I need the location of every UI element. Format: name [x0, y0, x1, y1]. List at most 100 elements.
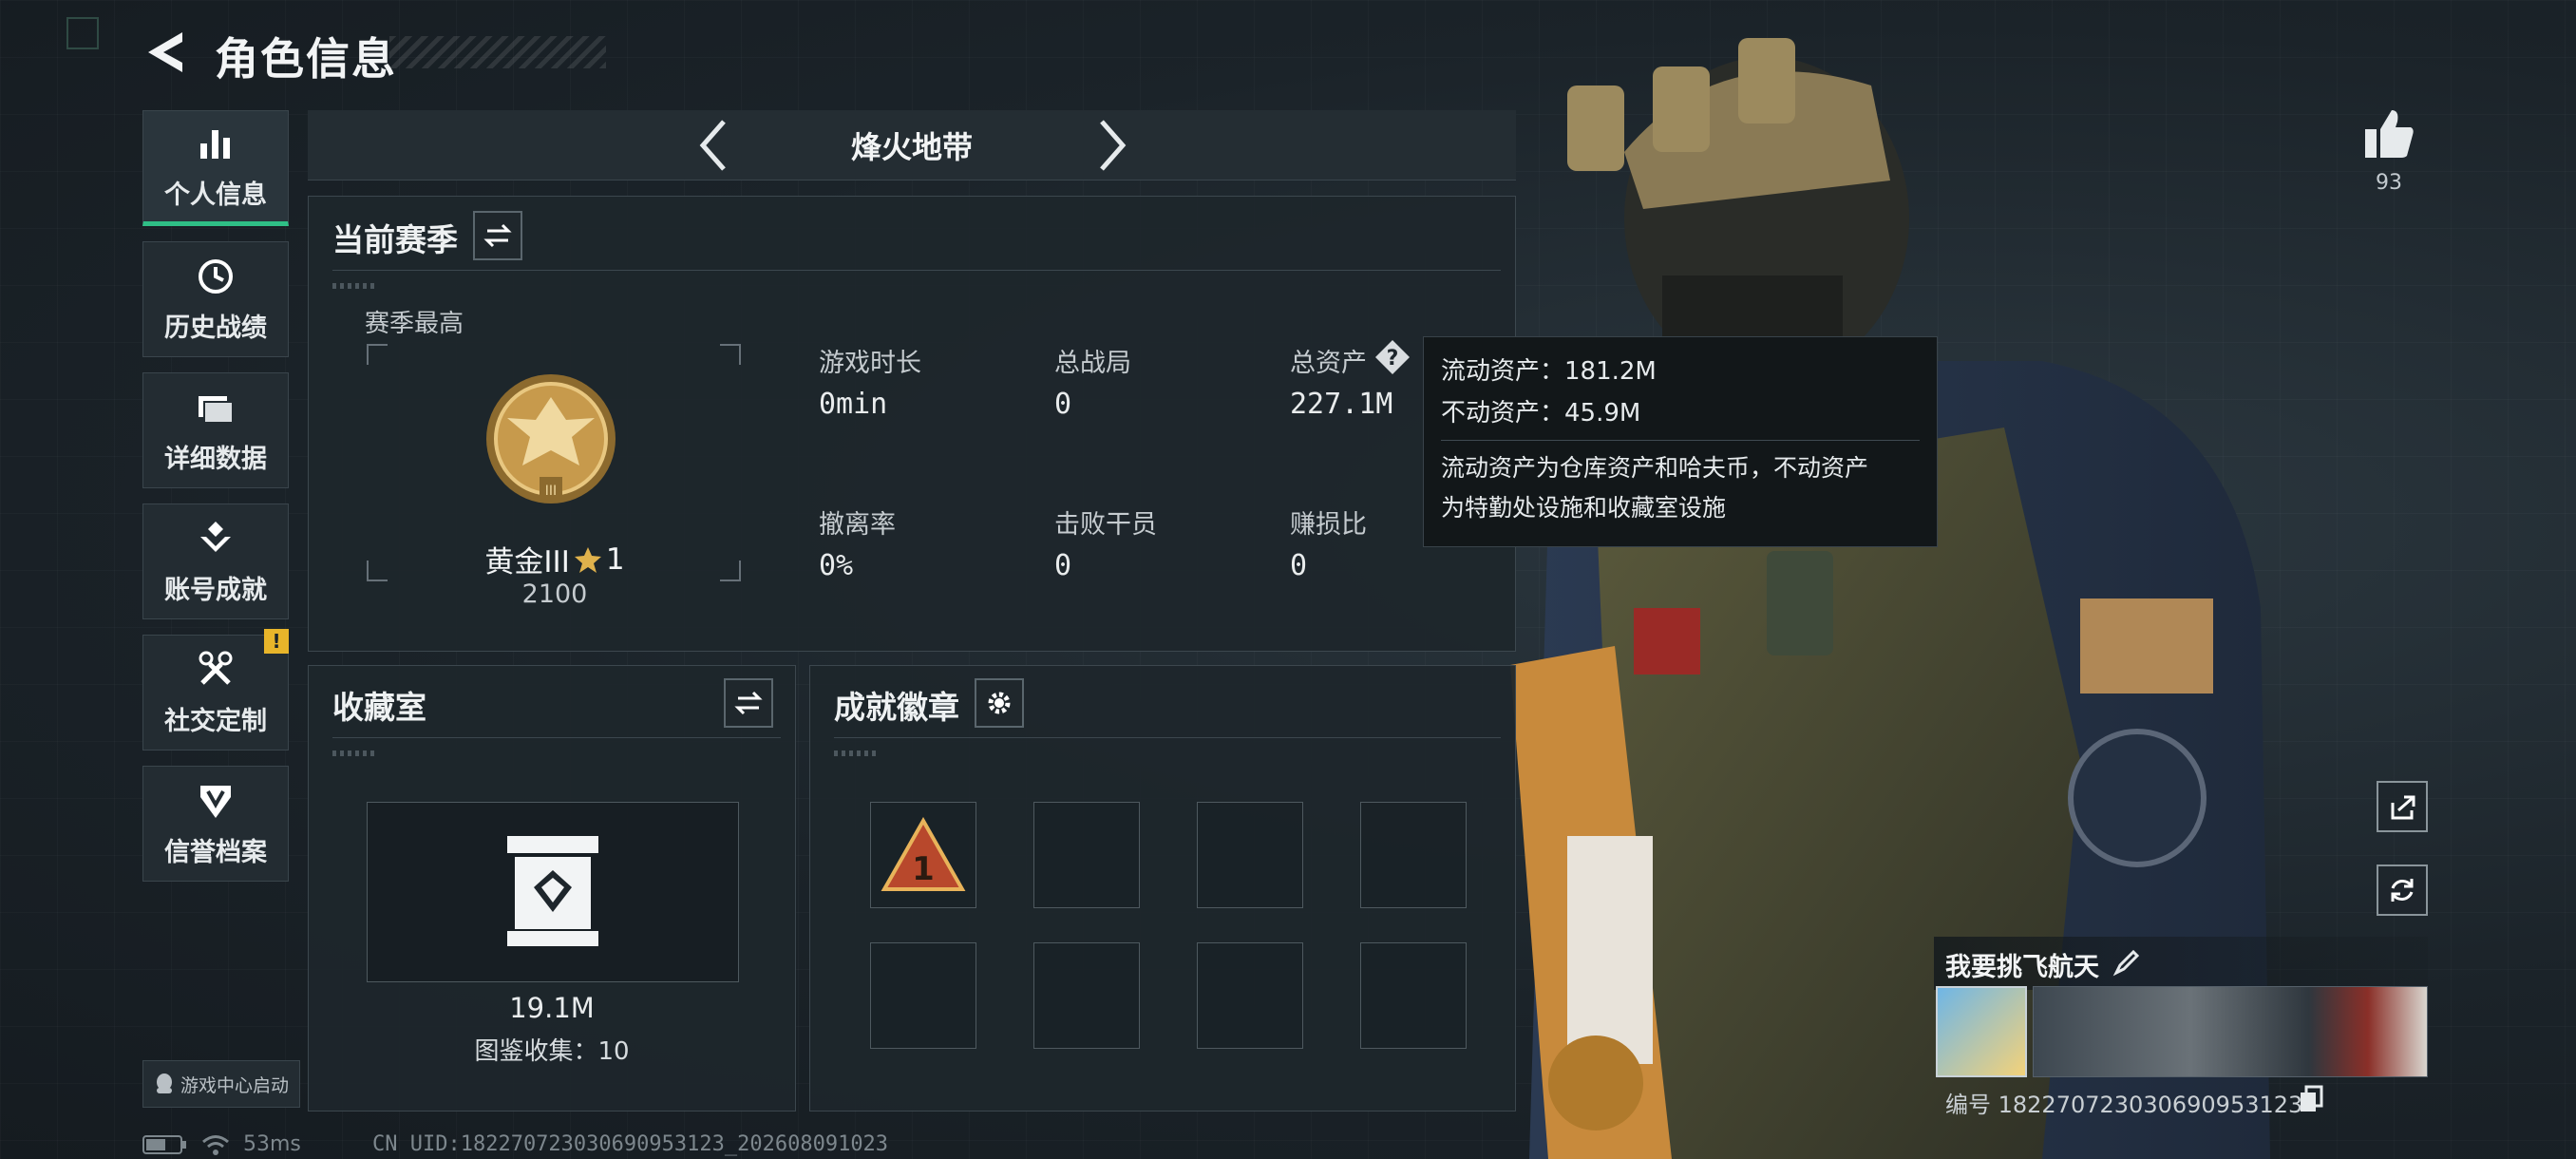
game-center-label: 游戏中心启动 — [180, 1074, 289, 1096]
divider — [332, 737, 781, 738]
stat-label-profit-ratio: 赚损比 — [1290, 510, 1367, 540]
star-icon — [574, 546, 601, 573]
sidebar-item-label: 个人信息 — [164, 180, 267, 210]
badge-slot[interactable] — [1033, 802, 1140, 908]
stat-value-extraction-rate: 0% — [819, 549, 854, 582]
like-count: 93 — [2376, 171, 2402, 195]
chevron-left-icon — [699, 120, 726, 171]
battery-icon — [142, 1134, 186, 1154]
qq-icon — [156, 1074, 172, 1093]
player-id: 编号 18227072303069095312​3 — [1945, 1092, 2303, 1118]
divider — [332, 270, 1501, 271]
swap-icon — [734, 691, 763, 715]
badge-number: 1 — [912, 850, 935, 888]
copy-id-button[interactable] — [2299, 1085, 2323, 1113]
vault-icon — [507, 836, 598, 946]
share-icon — [2391, 795, 2415, 820]
collection-value: 19.1M — [509, 992, 595, 1024]
badges-settings-button[interactable] — [975, 678, 1024, 728]
switch-collection-button[interactable] — [724, 678, 773, 728]
collection-title: 收藏室 — [332, 689, 426, 726]
divider-dash — [834, 750, 876, 756]
tools-icon — [199, 651, 233, 685]
avatar[interactable] — [1936, 986, 2027, 1077]
stat-value-play-time: 0min — [819, 388, 888, 421]
badge-slot[interactable]: 1 — [870, 802, 976, 908]
assets-tooltip: 流动资产：181.2M 不动资产：45.9M 流动资产为仓库资产和哈夫币，不动资… — [1423, 336, 1938, 547]
player-name: 我要挑飞航天 — [1945, 953, 2099, 982]
game-center-launch-button[interactable]: 游戏中心启动 — [142, 1060, 300, 1108]
status-bar: 53ms — [142, 1132, 301, 1156]
tooltip-fixed-assets: 不动资产：45.9M — [1441, 399, 1641, 428]
frame-corner — [720, 560, 741, 581]
divider — [834, 737, 1501, 738]
title-decoration — [389, 36, 606, 68]
badges-title: 成就徽章 — [834, 689, 959, 726]
page-title: 角色信息 — [215, 33, 397, 85]
sidebar-item-label: 历史战绩 — [164, 313, 267, 343]
rank-name-row: 黄金III 1 — [473, 538, 636, 580]
sidebar-item-personal-info[interactable]: 个人信息 — [142, 110, 289, 226]
frame-corner — [367, 344, 388, 365]
sidebar-item-label: 详细数据 — [164, 444, 267, 474]
gear-icon — [988, 692, 1011, 714]
switch-season-button[interactable] — [473, 211, 522, 260]
assets-help-button[interactable]: ? — [1373, 338, 1411, 376]
refresh-icon — [2391, 879, 2414, 902]
stat-value-total-assets: 227.1M — [1290, 388, 1393, 421]
svg-text:?: ? — [1387, 347, 1399, 370]
tooltip-description-line2: 为特勤处设施和收藏室设施 — [1441, 494, 1727, 522]
folder-icon — [199, 395, 234, 424]
rotate-button[interactable] — [2377, 864, 2428, 916]
corner-marker — [66, 17, 99, 49]
tooltip-divider — [1441, 440, 1920, 441]
rank-name: 黄金III — [484, 545, 570, 580]
pencil-icon — [2112, 949, 2140, 977]
achievement-icon — [200, 521, 231, 552]
stat-label-total-assets: 总资产 — [1290, 349, 1367, 378]
badge-slot[interactable] — [1360, 802, 1467, 908]
like-button[interactable] — [2361, 106, 2416, 162]
sidebar-item-credit-file[interactable]: 信誉档案 — [142, 766, 289, 882]
divider-dash — [332, 750, 374, 756]
mode-title: 烽火地带 — [850, 129, 973, 165]
uid-text: CN UID:18227072303069095312​3_2026080910… — [372, 1132, 889, 1156]
svg-text:III: III — [545, 484, 557, 499]
copy-icon — [2301, 1085, 2323, 1112]
back-button[interactable] — [142, 27, 190, 78]
edit-name-button[interactable] — [2112, 948, 2141, 977]
stat-label-play-time: 游戏时长 — [819, 349, 921, 378]
season-title: 当前赛季 — [332, 221, 458, 258]
chevron-right-icon — [1100, 120, 1127, 171]
previous-mode-button[interactable] — [693, 114, 731, 177]
divider-dash — [332, 283, 374, 289]
badge-slot[interactable] — [1197, 942, 1303, 1049]
badge-slot[interactable] — [1197, 802, 1303, 908]
sidebar-item-achievements[interactable]: 账号成就 — [142, 504, 289, 619]
next-mode-button[interactable] — [1094, 114, 1132, 177]
stat-value-total-matches: 0 — [1054, 388, 1072, 421]
stat-label-total-matches: 总战局 — [1054, 349, 1131, 378]
help-icon: ? — [1375, 340, 1410, 374]
share-button[interactable] — [2377, 781, 2428, 832]
sidebar-item-detail-data[interactable]: 详细数据 — [142, 372, 289, 488]
profile-banner[interactable] — [2033, 986, 2428, 1077]
frame-corner — [720, 344, 741, 365]
tooltip-liquid-assets: 流动资产：181.2M — [1441, 357, 1657, 386]
rank-stars: 1 — [605, 542, 625, 577]
stat-label-operators-defeated: 击败干员 — [1054, 510, 1157, 540]
rank-points: 2100 — [521, 580, 588, 609]
ping-value: 53ms — [243, 1132, 301, 1156]
frame-corner — [367, 560, 388, 581]
badge-slot[interactable] — [1360, 942, 1467, 1049]
badge-slot[interactable] — [870, 942, 976, 1049]
gold-rank-emblem: III — [486, 374, 616, 504]
badge-slot[interactable] — [1033, 942, 1140, 1049]
sidebar-item-label: 社交定制 — [164, 706, 267, 736]
sidebar-item-history[interactable]: 历史战绩 — [142, 241, 289, 357]
credit-icon — [200, 785, 231, 818]
bar-chart-icon — [200, 129, 230, 159]
notification-badge: ! — [264, 629, 289, 654]
collection-count: 图鉴收集：10 — [474, 1037, 630, 1066]
stat-value-operators-defeated: 0 — [1054, 549, 1072, 582]
